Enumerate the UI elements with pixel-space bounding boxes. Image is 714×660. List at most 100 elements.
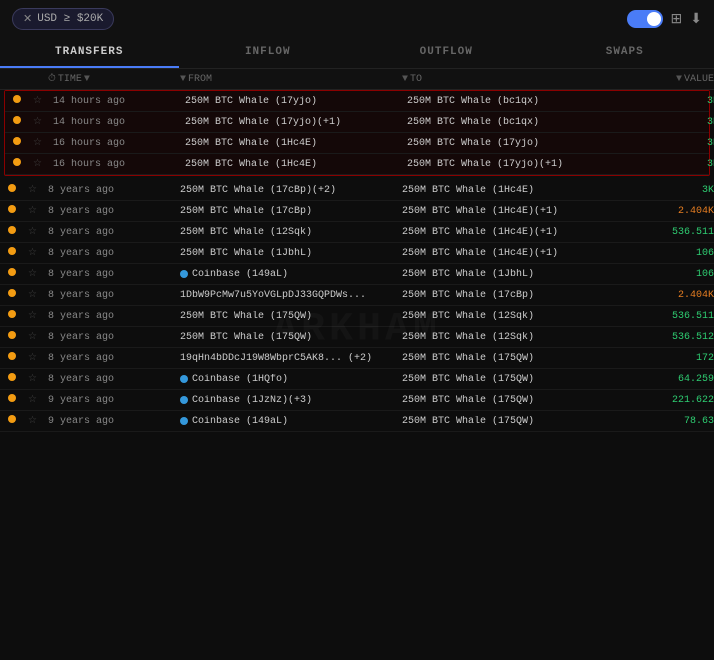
tab-inflow[interactable]: INFLOW <box>179 38 358 68</box>
row-star: ☆ <box>28 184 46 196</box>
table-row[interactable]: ☆ 8 years ago 250M BTC Whale (17cBp)(+2)… <box>0 180 714 201</box>
row-star: ☆ <box>28 415 46 427</box>
row-dot <box>8 373 26 385</box>
table-row[interactable]: ☆ 8 years ago 250M BTC Whale (175QW) 250… <box>0 306 714 327</box>
col-to[interactable]: ▼ TO <box>402 74 622 85</box>
from-filter-icon: ▼ <box>180 74 186 85</box>
table-row[interactable]: ☆ 8 years ago 250M BTC Whale (17cBp) 250… <box>0 201 714 222</box>
tab-swaps[interactable]: SWAPS <box>536 38 714 68</box>
value-label: VALUE <box>684 74 714 85</box>
tab-transfers[interactable]: TRANSFERS <box>0 38 179 68</box>
column-headers: ⏱ TIME ▼ ▼ FROM ▼ TO ▼ VALUE ▼ TOKEN ▼ U… <box>0 69 714 90</box>
table-row[interactable]: ☆ 8 years ago 1DbW9PcMw7u5YoVGLpDJ33GQPD… <box>0 285 714 306</box>
row-from: Coinbase (149aL) <box>180 269 400 280</box>
coinbase-from-icon <box>180 270 188 278</box>
row-to: 250M BTC Whale (12Sqk) <box>402 311 622 322</box>
row-value: 536.511 <box>624 227 714 238</box>
row-time: 8 years ago <box>48 185 178 196</box>
filter-label: USD ≥ $20K <box>37 13 103 25</box>
row-from: 250M BTC Whale (17yjo) <box>185 96 405 107</box>
table-row[interactable]: ☆ 8 years ago 250M BTC Whale (1JbhL) 250… <box>0 243 714 264</box>
row-from: 19qHn4bDDcJ19W8WbprC5AK8... (+2) <box>180 353 400 364</box>
to-filter-icon: ▼ <box>402 74 408 85</box>
row-value: 2.404K <box>624 206 714 217</box>
row-to: 250M BTC Whale (1Hc4E)(+1) <box>402 206 622 217</box>
row-time: 8 years ago <box>48 206 178 217</box>
row-time: 8 years ago <box>48 353 178 364</box>
coinbase-from-icon <box>180 375 188 383</box>
table-row[interactable]: ☆ 14 hours ago 250M BTC Whale (17yjo)(+1… <box>5 112 709 133</box>
row-from: 1DbW9PcMw7u5YoVGLpDJ33GQPDWs... <box>180 290 400 301</box>
row-star: ☆ <box>28 226 46 238</box>
row-from: 250M BTC Whale (175QW) <box>180 332 400 343</box>
to-label: TO <box>410 74 422 85</box>
time-sort-icon: ⏱ <box>48 73 56 85</box>
table-row[interactable]: ☆ 8 years ago 19qHn4bDDcJ19W8WbprC5AK8..… <box>0 348 714 369</box>
layout-icon[interactable]: ⊞ <box>671 11 683 28</box>
row-from: Coinbase (1HQfo) <box>180 374 400 385</box>
row-to: 250M BTC Whale (bc1qx) <box>407 117 627 128</box>
row-dot <box>13 158 31 170</box>
row-star: ☆ <box>28 310 46 322</box>
table-row[interactable]: ☆ 9 years ago Coinbase (1JzNz)(+3) 250M … <box>0 390 714 411</box>
row-star: ☆ <box>33 158 51 170</box>
top-bar-right: ⊞ ⬇ <box>627 10 702 28</box>
row-dot <box>8 415 26 427</box>
table-row[interactable]: ☆ 16 hours ago 250M BTC Whale (1Hc4E) 25… <box>5 133 709 154</box>
filter-badge[interactable]: ✕ USD ≥ $20K <box>12 8 114 30</box>
row-from: 250M BTC Whale (1Hc4E) <box>185 159 405 170</box>
highlighted-group: ☆ 14 hours ago 250M BTC Whale (17yjo) 25… <box>4 90 710 176</box>
table-row[interactable]: ☆ 16 hours ago 250M BTC Whale (1Hc4E) 25… <box>5 154 709 175</box>
table-row[interactable]: ☆ 8 years ago 250M BTC Whale (175QW) 250… <box>0 327 714 348</box>
row-to: 250M BTC Whale (17cBp) <box>402 290 622 301</box>
toggle-switch[interactable] <box>627 10 663 28</box>
download-icon[interactable]: ⬇ <box>690 11 702 28</box>
row-star: ☆ <box>33 137 51 149</box>
row-value: 3K <box>629 159 714 170</box>
filter-remove-icon[interactable]: ✕ <box>23 12 32 26</box>
row-time: 8 years ago <box>48 290 178 301</box>
row-from: 250M BTC Whale (12Sqk) <box>180 227 400 238</box>
table-row[interactable]: ☆ 9 years ago Coinbase (149aL) 250M BTC … <box>0 411 714 432</box>
row-star: ☆ <box>28 373 46 385</box>
row-dot <box>13 95 31 107</box>
row-time: 8 years ago <box>48 374 178 385</box>
table-row[interactable]: ☆ 8 years ago 250M BTC Whale (12Sqk) 250… <box>0 222 714 243</box>
row-star: ☆ <box>28 247 46 259</box>
row-time: 8 years ago <box>48 269 178 280</box>
col-value[interactable]: ▼ VALUE <box>624 74 714 85</box>
row-dot <box>13 137 31 149</box>
row-dot <box>8 352 26 364</box>
row-value: 172 <box>624 353 714 364</box>
row-to: 250M BTC Whale (175QW) <box>402 374 622 385</box>
row-star: ☆ <box>28 268 46 280</box>
row-value: 106 <box>624 269 714 280</box>
table-body: ☆ 14 hours ago 250M BTC Whale (17yjo) 25… <box>0 90 714 432</box>
row-value: 78.63 <box>624 416 714 427</box>
row-from: 250M BTC Whale (1Hc4E) <box>185 138 405 149</box>
col-from[interactable]: ▼ FROM <box>180 74 400 85</box>
col-time[interactable]: ⏱ TIME ▼ <box>48 73 178 85</box>
table-row[interactable]: ☆ 8 years ago Coinbase (149aL) 250M BTC … <box>0 264 714 285</box>
table-row[interactable]: ☆ 14 hours ago 250M BTC Whale (17yjo) 25… <box>5 91 709 112</box>
row-to: 250M BTC Whale (175QW) <box>402 353 622 364</box>
row-to: 250M BTC Whale (12Sqk) <box>402 332 622 343</box>
time-label: TIME <box>58 74 82 85</box>
row-value: 221.622 <box>624 395 714 406</box>
row-time: 9 years ago <box>48 416 178 427</box>
row-star: ☆ <box>28 394 46 406</box>
table-row[interactable]: ☆ 8 years ago Coinbase (1HQfo) 250M BTC … <box>0 369 714 390</box>
row-dot <box>8 205 26 217</box>
row-time: 8 years ago <box>48 332 178 343</box>
row-dot <box>8 331 26 343</box>
row-from: 250M BTC Whale (17yjo)(+1) <box>185 117 405 128</box>
time-arrow: ▼ <box>84 74 90 85</box>
row-to: 250M BTC Whale (1Hc4E)(+1) <box>402 227 622 238</box>
tab-row: TRANSFERS INFLOW OUTFLOW SWAPS <box>0 38 714 69</box>
row-time: 16 hours ago <box>53 159 183 170</box>
tab-outflow[interactable]: OUTFLOW <box>357 38 536 68</box>
row-value: 3K <box>629 96 714 107</box>
row-star: ☆ <box>28 205 46 217</box>
row-dot <box>8 184 26 196</box>
row-to: 250M BTC Whale (1Hc4E)(+1) <box>402 248 622 259</box>
